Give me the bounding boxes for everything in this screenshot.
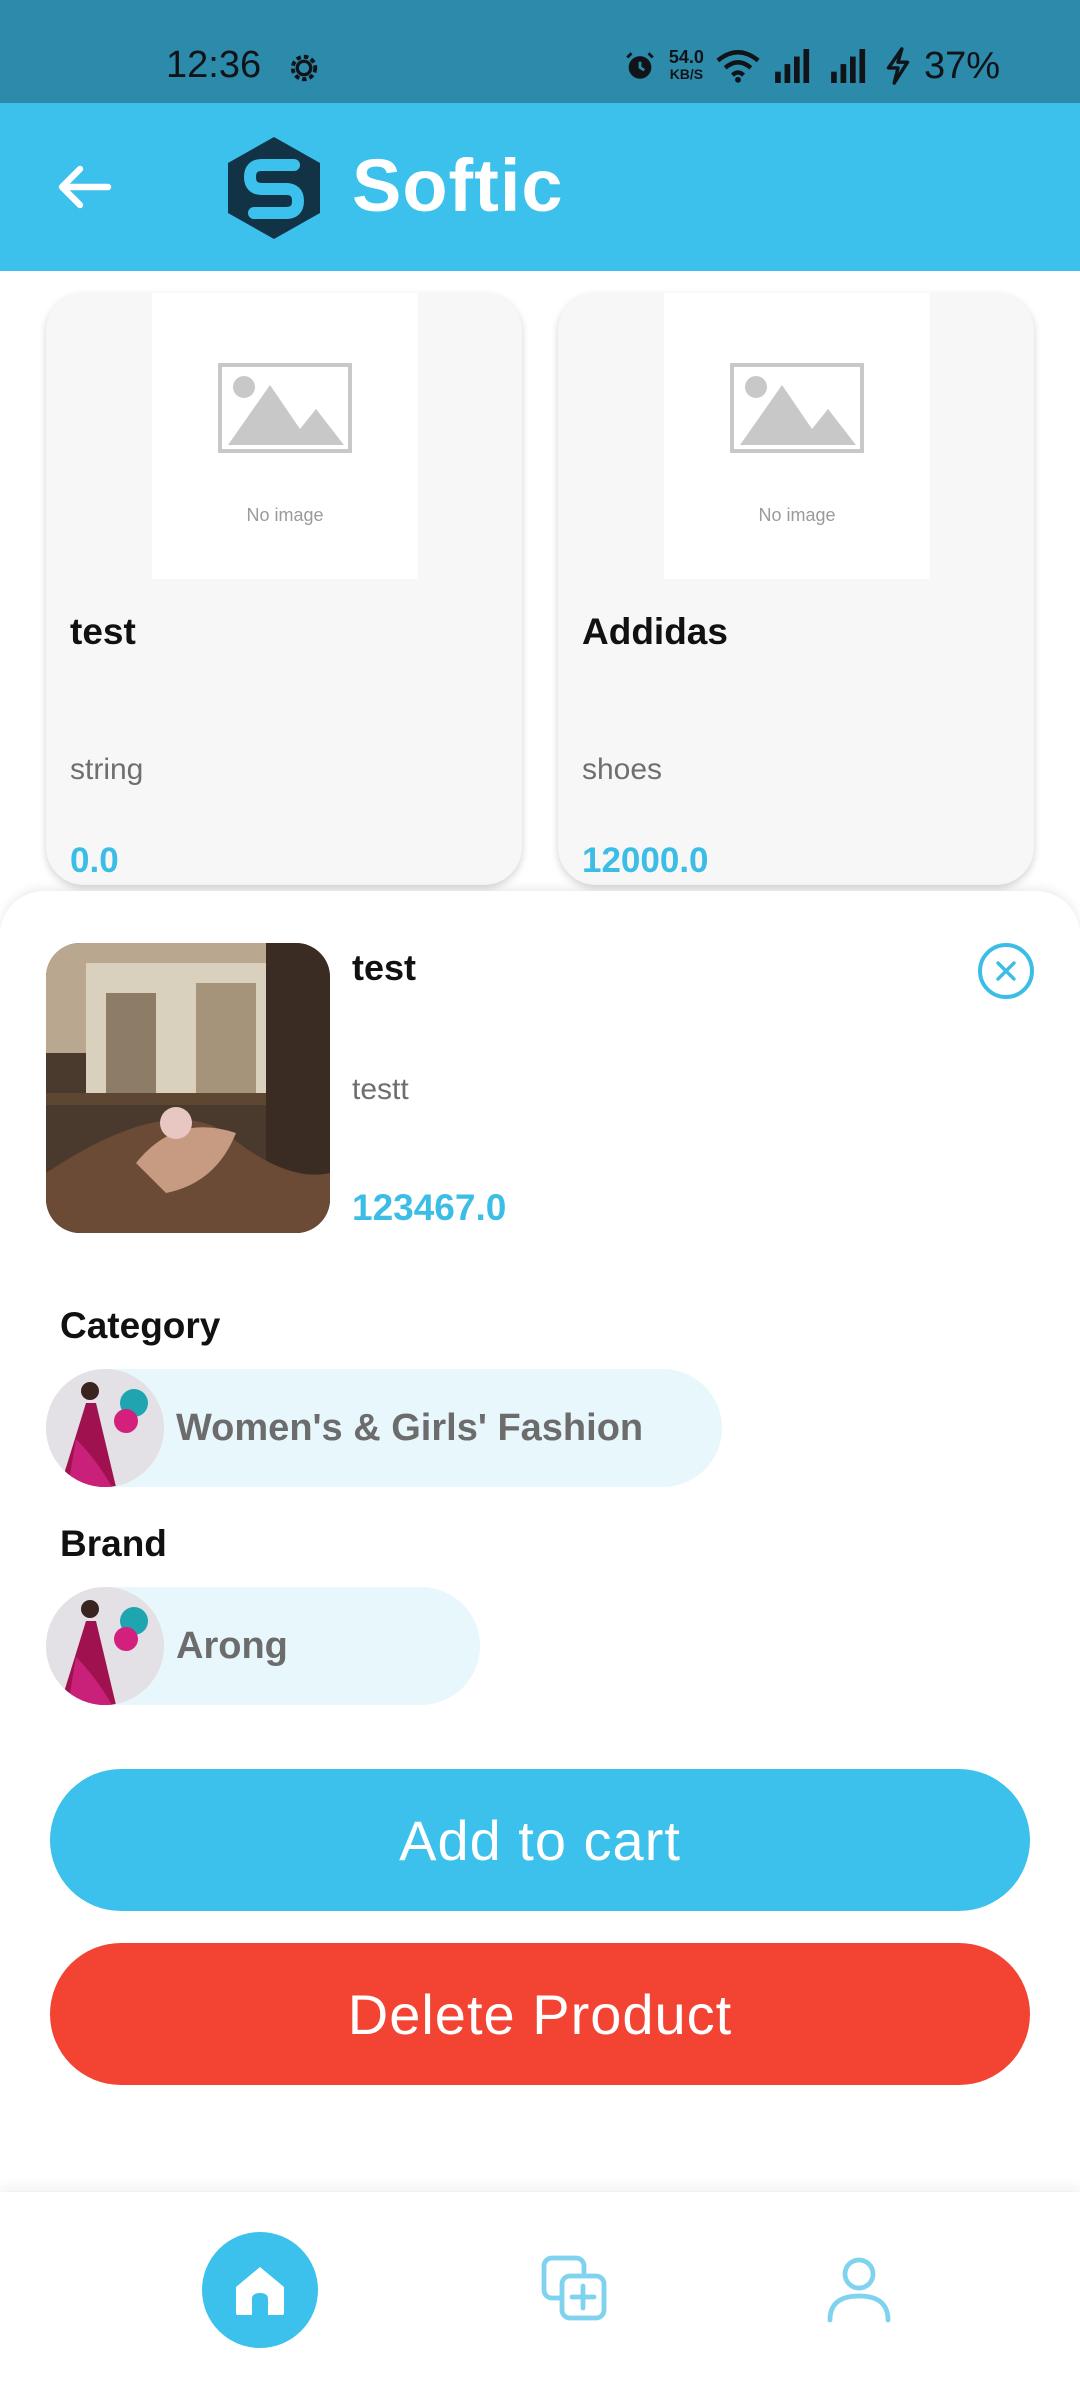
- product-description: shoes: [582, 753, 663, 786]
- speed-value: 54.0: [668, 47, 704, 67]
- nav-home-button[interactable]: [202, 2232, 318, 2348]
- product-name: test: [70, 611, 136, 652]
- back-button[interactable]: [48, 151, 120, 223]
- back-arrow-icon: [58, 165, 112, 209]
- delete-product-button[interactable]: Delete Product: [50, 1943, 1030, 2085]
- product-card[interactable]: No image test string 0.0: [46, 293, 522, 885]
- speed-unit: KB/S: [669, 66, 704, 82]
- no-image-text: No image: [758, 505, 836, 525]
- brand-label: Brand: [60, 1523, 167, 1564]
- signal-1-icon: [775, 49, 810, 83]
- product-grid: No image test string 0.0 No image Addida…: [0, 271, 1080, 891]
- charging-icon: [886, 47, 910, 85]
- home-icon: [236, 2267, 284, 2315]
- status-time: 12:36: [166, 44, 262, 86]
- settings-gear-icon: [290, 54, 318, 82]
- detail-product-description: testt: [352, 1073, 409, 1106]
- status-icons: 54.0 KB/S 37%: [623, 44, 1000, 88]
- softic-logo: [228, 137, 320, 239]
- product-price: 0.0: [70, 841, 119, 880]
- app-title: Softic: [352, 144, 564, 227]
- category-chip[interactable]: Women's & Girls' Fashion: [46, 1369, 722, 1487]
- signal-2-icon: [831, 49, 866, 83]
- brand-name: Arong: [176, 1625, 288, 1667]
- product-name: Addidas: [582, 611, 728, 652]
- app-bar: Softic: [0, 103, 1080, 271]
- network-speed: 54.0 KB/S: [668, 47, 704, 83]
- brand-chip[interactable]: Arong: [46, 1587, 480, 1705]
- product-photo: [46, 943, 330, 1233]
- alarm-icon: [626, 52, 654, 79]
- screen: 12:36 54.0 KB/S 37% Softic No image test…: [0, 0, 1080, 2400]
- category-label: Category: [60, 1305, 221, 1346]
- product-image-placeholder: No image: [152, 293, 418, 579]
- wifi-icon: [716, 50, 760, 83]
- close-button[interactable]: [978, 943, 1034, 999]
- product-image-placeholder: No image: [664, 293, 930, 579]
- image-placeholder-icon: [730, 363, 864, 453]
- profile-icon[interactable]: [824, 2254, 894, 2324]
- category-name: Women's & Girls' Fashion: [176, 1407, 644, 1449]
- product-card[interactable]: No image Addidas shoes 12000.0: [558, 293, 1034, 885]
- bottom-navigation: [0, 2192, 1080, 2400]
- category-avatar: [46, 1369, 164, 1487]
- detail-product-name: test: [352, 947, 417, 988]
- add-to-cart-button[interactable]: Add to cart: [50, 1769, 1030, 1911]
- close-icon: [996, 961, 1016, 981]
- add-product-icon[interactable]: [540, 2254, 610, 2324]
- image-placeholder-icon: [218, 363, 352, 453]
- product-detail-sheet: test testt 123467.0 Category Women's & G…: [0, 891, 1080, 2191]
- product-description: string: [70, 753, 144, 786]
- status-bar: 12:36 54.0 KB/S 37%: [0, 0, 1080, 103]
- product-price: 12000.0: [582, 841, 709, 880]
- brand-avatar: [46, 1587, 164, 1705]
- no-image-text: No image: [246, 505, 324, 525]
- detail-product-price: 123467.0: [352, 1187, 507, 1228]
- battery-percent: 37%: [923, 44, 1000, 87]
